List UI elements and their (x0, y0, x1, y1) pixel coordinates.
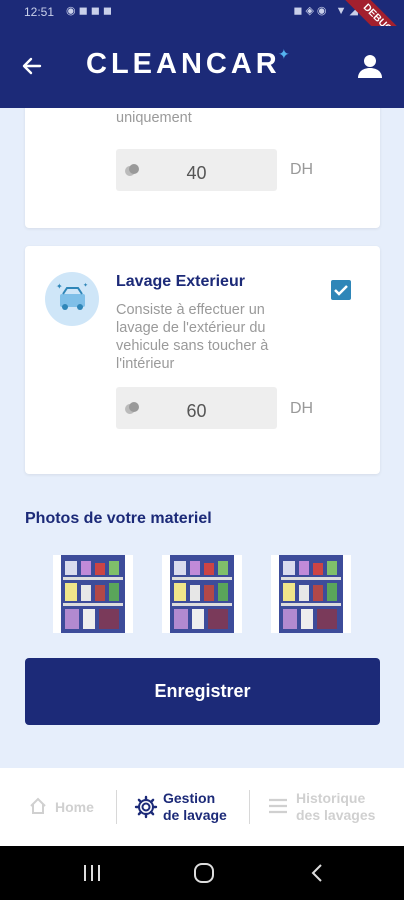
service-card-partial: uniquement 40 DH (25, 108, 380, 228)
save-button[interactable]: Enregistrer (25, 658, 380, 725)
app-bar: CLEANCAR ✦ (0, 26, 404, 108)
currency-unit: DH (290, 161, 314, 178)
nav-divider (249, 790, 250, 824)
recent-apps-icon[interactable] (82, 864, 102, 882)
home-icon (30, 797, 46, 814)
nav-label-gestion: Gestion de lavage (163, 790, 227, 824)
svg-text:✦: ✦ (83, 282, 88, 289)
home-circle-icon[interactable] (193, 862, 215, 884)
status-bar: 12:51 ◉◼◼◼ ◼◈◉ ▼◢▮ DEBUG (0, 0, 404, 65)
service-description: Consiste à effectuer un lavage de l'exté… (116, 302, 269, 372)
service-card-lavage-exterieur: ✦ ✦ Lavage Exterieur Consiste à effectue… (25, 246, 380, 474)
service-title: Lavage Exterieur (116, 273, 245, 290)
price-value: 60 (186, 401, 207, 421)
back-arrow-icon[interactable] (20, 54, 44, 78)
nav-item-home[interactable]: Home (0, 768, 116, 846)
logo-sparkle-icon: ✦ (278, 46, 290, 62)
status-time: 12:51 (24, 5, 55, 19)
nav-item-gestion-de-lavage[interactable]: Gestion de lavage (120, 768, 245, 846)
service-description-tail: uniquement (116, 110, 192, 126)
nav-label-historique-line2: des lavages (296, 807, 376, 823)
service-checkbox[interactable] (331, 280, 351, 300)
price-field[interactable]: 40 (116, 149, 277, 191)
price-value: 40 (186, 163, 207, 183)
currency-unit: DH (290, 400, 314, 417)
equipment-photo[interactable] (271, 555, 351, 633)
price-field[interactable]: 60 (116, 387, 277, 429)
nav-label-gestion-line1: Gestion (163, 790, 216, 806)
bottom-nav: Home Gestion de lavage Historique des la… (0, 768, 404, 846)
photos-section-title: Photos de votre materiel (25, 510, 212, 527)
nav-label-historique-line1: Historique (296, 790, 366, 806)
equipment-photo[interactable] (162, 555, 242, 633)
notification-icons: ◉◼◼◼ (66, 5, 115, 17)
gear-icon (134, 795, 158, 819)
svg-text:✦: ✦ (56, 282, 63, 291)
back-chevron-icon[interactable] (310, 863, 324, 883)
menu-icon (269, 798, 287, 814)
app-logo: CLEANCAR (86, 48, 281, 80)
nav-label-historique: Historique des lavages (296, 790, 375, 824)
nav-label-gestion-line2: de lavage (163, 807, 227, 823)
nav-label-home: Home (55, 799, 94, 815)
system-nav-bar (0, 846, 404, 900)
user-icon[interactable] (356, 52, 384, 80)
equipment-photo[interactable] (53, 555, 133, 633)
car-wash-icon: ✦ ✦ (45, 272, 99, 326)
nav-item-historique[interactable]: Historique des lavages (253, 768, 404, 846)
scroll-content[interactable]: uniquement 40 DH ✦ ✦ Lavage Exterieur Co… (0, 108, 404, 768)
nav-divider (116, 790, 117, 824)
